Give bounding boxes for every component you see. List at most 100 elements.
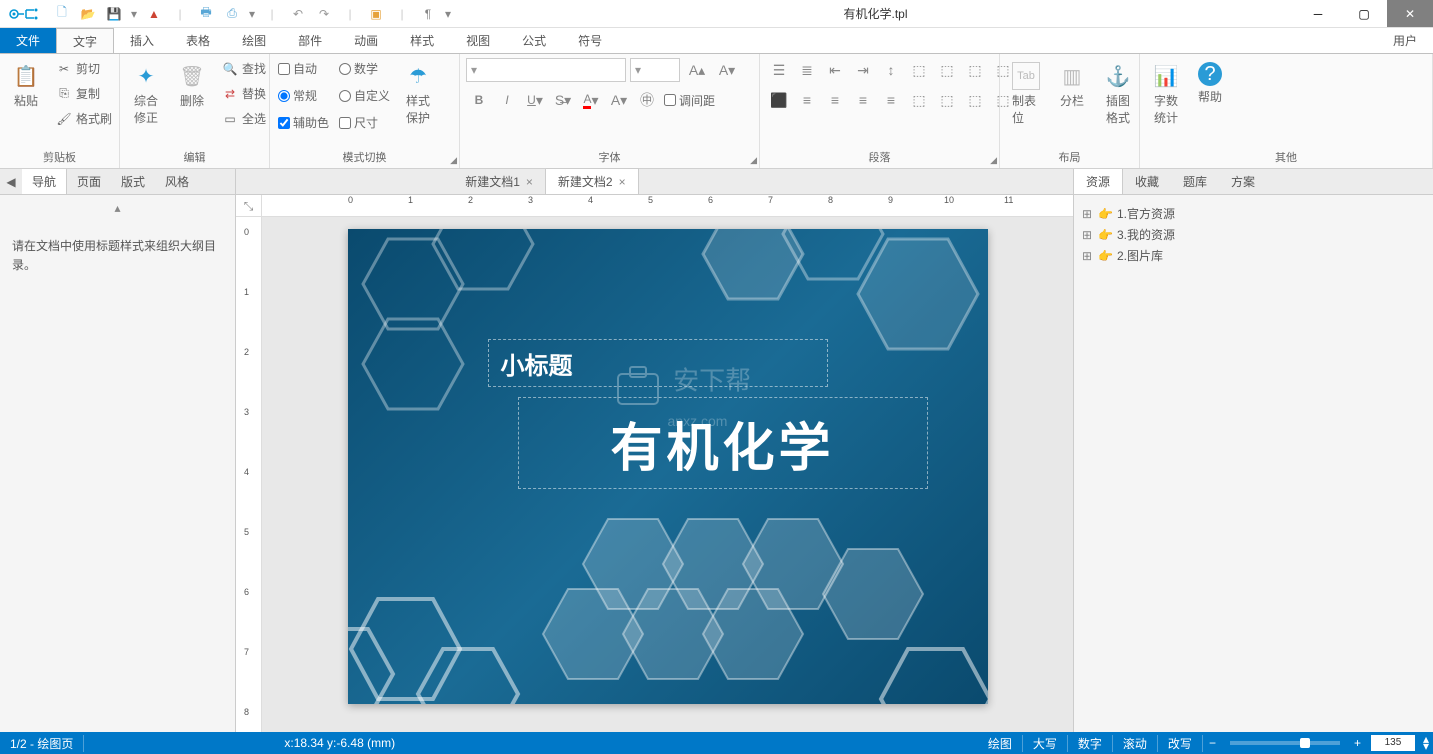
zoom-out-button[interactable]: − <box>1203 736 1222 750</box>
normal-radio[interactable]: 常规 <box>276 85 331 106</box>
menu-table[interactable]: 表格 <box>170 28 226 53</box>
para-spacing2-button[interactable]: ⬚ <box>934 88 960 112</box>
tree-node[interactable]: ⊞👉1.官方资源 <box>1082 203 1425 224</box>
para-after-button[interactable]: ⬚ <box>934 58 960 82</box>
redo-icon[interactable]: ↷ <box>314 4 334 24</box>
menu-file[interactable]: 文件 <box>0 28 56 53</box>
maximize-button[interactable]: ▢ <box>1341 0 1387 27</box>
screenshot-icon[interactable]: ▣ <box>366 4 386 24</box>
menu-formula[interactable]: 公式 <box>506 28 562 53</box>
status-page[interactable]: 1/2 - 绘图页 <box>0 735 84 752</box>
help-button[interactable]: ?帮助 <box>1192 58 1228 109</box>
left-tab-page[interactable]: 页面 <box>67 169 111 194</box>
align-right-button[interactable]: ≡ <box>822 88 848 112</box>
dropdown-icon[interactable]: ▾ <box>248 4 256 24</box>
status-num[interactable]: 数字 <box>1068 735 1113 752</box>
expand-icon[interactable]: ⊞ <box>1082 249 1094 263</box>
ruler-corner[interactable]: ⤡ <box>236 195 262 217</box>
zoom-in-button[interactable]: + <box>1348 736 1367 750</box>
spacing-checkbox[interactable]: 调间距 <box>662 90 717 111</box>
format-brush-button[interactable]: 🖌格式刷 <box>52 108 116 129</box>
copy-button[interactable]: ⎘复制 <box>52 83 116 104</box>
indent-button[interactable]: ⇥ <box>850 58 876 82</box>
subtitle-placeholder[interactable]: 小标题 <box>488 339 828 387</box>
wordcount-button[interactable]: 📊字数 统计 <box>1146 58 1186 130</box>
doc-tab-1[interactable]: 新建文档1× <box>453 169 546 194</box>
status-caps[interactable]: 大写 <box>1023 735 1068 752</box>
math-radio[interactable]: 数学 <box>337 58 392 79</box>
align-justify-button[interactable]: ≡ <box>850 88 876 112</box>
canvas[interactable]: 小标题 有机化学 安下帮 anxz.com <box>262 217 1073 732</box>
right-tab-resource[interactable]: 资源 <box>1074 169 1123 194</box>
dialog-launcher-icon[interactable]: ◢ <box>750 155 757 166</box>
menu-user[interactable]: 用户 <box>1377 28 1433 53</box>
save-dropdown-icon[interactable]: ▾ <box>130 4 138 24</box>
line-spacing-button[interactable]: ⬚ <box>962 58 988 82</box>
expand-icon[interactable]: ⊞ <box>1082 228 1094 242</box>
menu-insert[interactable]: 插入 <box>114 28 170 53</box>
dialog-launcher-icon[interactable]: ◢ <box>990 155 997 166</box>
italic-button[interactable]: I <box>494 88 520 112</box>
font-shrink-icon[interactable]: A▾ <box>714 58 740 82</box>
expand-icon[interactable]: ⊞ <box>1082 207 1094 221</box>
close-tab-icon[interactable]: × <box>526 175 533 189</box>
delete-button[interactable]: 🗑 删除 <box>172 58 212 113</box>
left-tab-layout[interactable]: 版式 <box>111 169 155 194</box>
doc-tab-2[interactable]: 新建文档2× <box>546 168 639 194</box>
pin-icon[interactable]: ◀ <box>0 175 22 189</box>
borders-button[interactable]: ⬚ <box>990 58 1016 82</box>
menu-view[interactable]: 视图 <box>450 28 506 53</box>
pdf-icon[interactable]: ▲ <box>144 4 164 24</box>
menu-style[interactable]: 样式 <box>394 28 450 53</box>
menu-symbol[interactable]: 符号 <box>562 28 618 53</box>
undo-icon[interactable]: ↶ <box>288 4 308 24</box>
status-draw[interactable]: 绘图 <box>978 735 1023 752</box>
open-icon[interactable]: 📂 <box>78 4 98 24</box>
font-size-combo[interactable]: ▾ <box>630 58 680 82</box>
right-tab-favorite[interactable]: 收藏 <box>1123 169 1171 194</box>
font-grow-icon[interactable]: A▴ <box>684 58 710 82</box>
menu-draw[interactable]: 绘图 <box>226 28 282 53</box>
circle-text-button[interactable]: ㊥ <box>634 88 660 112</box>
font-color-button[interactable]: A▾ <box>578 88 604 112</box>
dialog-launcher-icon[interactable]: ◢ <box>450 155 457 166</box>
align-center-button[interactable]: ≡ <box>794 88 820 112</box>
right-tab-plan[interactable]: 方案 <box>1219 169 1267 194</box>
custom-radio[interactable]: 自定义 <box>337 85 392 106</box>
selectall-button[interactable]: ▭全选 <box>218 108 270 129</box>
align-left-button[interactable]: ⬛ <box>766 88 792 112</box>
cut-button[interactable]: ✂剪切 <box>52 58 116 79</box>
new-doc-icon[interactable]: 🗋 <box>52 4 72 24</box>
zoom-thumb[interactable] <box>1300 738 1310 748</box>
zoom-spinner[interactable]: ▴▾ <box>1419 736 1433 750</box>
qat-dropdown-icon[interactable]: ▾ <box>444 4 452 24</box>
list-number-button[interactable]: ≣ <box>794 58 820 82</box>
frame-format-button[interactable]: ⚓插图 格式 <box>1098 58 1138 130</box>
sort-button[interactable]: ↕ <box>878 58 904 82</box>
align-distribute-button[interactable]: ≡ <box>878 88 904 112</box>
print-preview-icon[interactable]: ⎙ <box>222 4 242 24</box>
para-before-button[interactable]: ⬚ <box>906 58 932 82</box>
tree-node[interactable]: ⊞👉3.我的资源 <box>1082 224 1425 245</box>
left-tab-style[interactable]: 风格 <box>155 169 199 194</box>
status-scroll[interactable]: 滚动 <box>1113 735 1158 752</box>
find-button[interactable]: 🔍查找 <box>218 58 270 79</box>
paragraph-mark-icon[interactable]: ¶ <box>418 4 438 24</box>
highlight-button[interactable]: A▾ <box>606 88 632 112</box>
close-tab-icon[interactable]: × <box>619 175 626 189</box>
collapse-arrow-icon[interactable]: ▴ <box>0 195 235 221</box>
zoom-value[interactable]: 135 <box>1371 735 1415 751</box>
auto-checkbox[interactable]: 自动 <box>276 58 331 79</box>
title-placeholder[interactable]: 有机化学 <box>518 397 928 489</box>
bold-button[interactable]: B <box>466 88 492 112</box>
ruler-checkbox[interactable]: 尺寸 <box>337 112 392 133</box>
close-button[interactable]: ✕ <box>1387 0 1433 27</box>
para-border-button[interactable]: ⬚ <box>962 88 988 112</box>
menu-text[interactable]: 文字 <box>56 28 114 53</box>
menu-animation[interactable]: 动画 <box>338 28 394 53</box>
vertical-ruler[interactable]: 0 1 2 3 4 5 6 7 8 <box>236 217 262 732</box>
combine-fix-button[interactable]: ✦ 综合 修正 <box>126 58 166 130</box>
slide[interactable]: 小标题 有机化学 安下帮 anxz.com <box>348 229 988 704</box>
column-button[interactable]: ▥分栏 <box>1052 58 1092 113</box>
status-ovr[interactable]: 改写 <box>1158 735 1203 752</box>
